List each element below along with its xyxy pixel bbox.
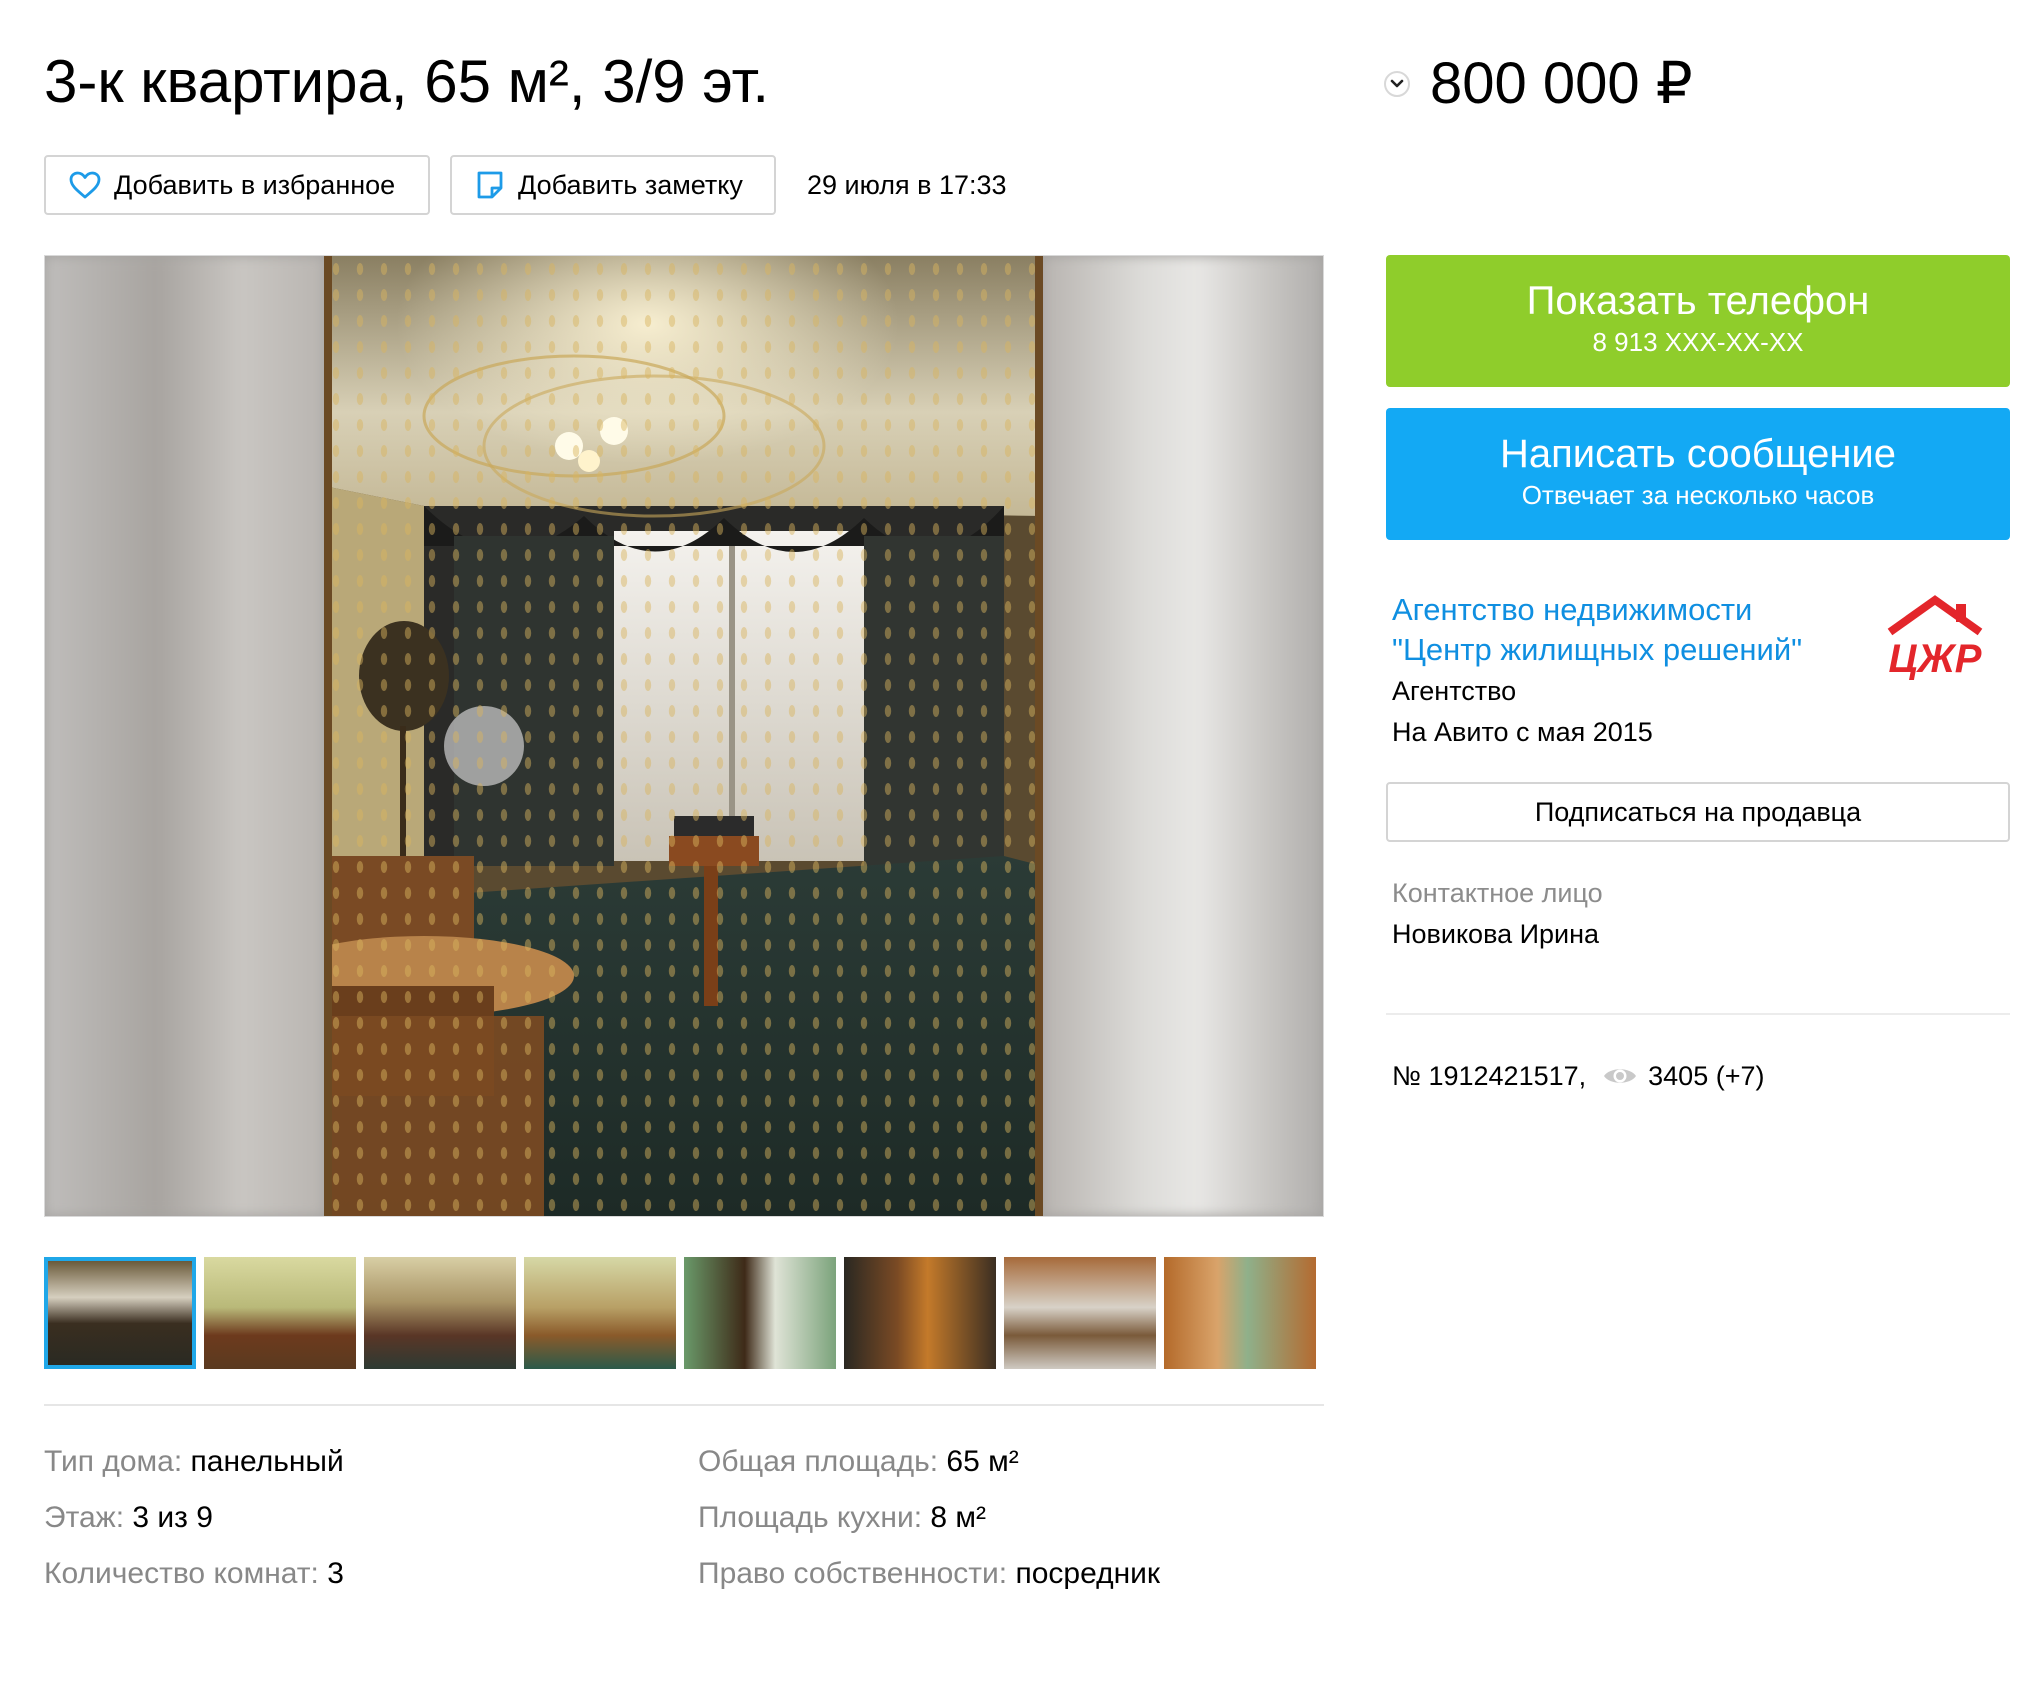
param-value: 8 м² [930, 1501, 987, 1534]
param-label: Количество комнат: [44, 1557, 319, 1590]
thumbnail-4[interactable] [524, 1257, 676, 1369]
seller-name-line2: "Центр жилищных решений" [1392, 632, 1803, 667]
param-label: Площадь кухни: [698, 1501, 923, 1534]
thumbnail-3[interactable] [364, 1257, 516, 1369]
seller-since: На Авито с мая 2015 [1392, 717, 1653, 747]
seller-logo-text: ЦЖР [1889, 637, 1982, 681]
publish-date: 29 июля в 17:33 [807, 170, 1007, 200]
param-label: Этаж: [44, 1501, 125, 1534]
divider [1386, 1013, 2010, 1015]
show-phone-label: Показать телефон [1526, 279, 1870, 323]
add-favorite-label: Добавить в избранное [114, 169, 396, 200]
param-value: панельный [190, 1445, 344, 1478]
param-kitchen-area: Площадь кухни: 8 м² [698, 1498, 986, 1538]
thumbnail-2[interactable] [204, 1257, 356, 1369]
subscribe-seller-button[interactable]: Подписаться на продавца [1386, 782, 2010, 842]
param-floor: Этаж: 3 из 9 [44, 1498, 213, 1538]
param-total-area: Общая площадь: 65 м² [698, 1442, 1019, 1482]
param-label: Тип дома: [44, 1445, 183, 1478]
show-phone-button[interactable]: Показать телефон 8 913 XXX-XX-XX [1386, 255, 2010, 387]
write-message-button[interactable]: Написать сообщение Отвечает за несколько… [1386, 408, 2010, 540]
param-value: 3 [327, 1557, 344, 1590]
contact-person-label: Контактное лицо [1392, 878, 1603, 908]
photo-gallery[interactable] [44, 255, 1324, 1217]
divider [44, 1404, 1324, 1406]
add-favorite-button[interactable]: Добавить в избранное [44, 155, 430, 215]
param-house-type: Тип дома: панельный [44, 1442, 344, 1482]
chevron-down-icon[interactable] [1384, 71, 1410, 97]
item-number: № 1912421517, [1392, 1061, 1587, 1091]
eye-icon [1604, 1069, 1637, 1083]
view-count: 3405 (+7) [1648, 1061, 1765, 1091]
thumbnail-8[interactable] [1164, 1257, 1316, 1369]
gallery-blur-right [1043, 256, 1323, 1216]
thumbnail-5[interactable] [684, 1257, 836, 1369]
thumbnail-strip [44, 1257, 1324, 1369]
seller-type: Агентство [1392, 676, 1517, 706]
contact-person-name: Новикова Ирина [1392, 919, 1600, 949]
heart-icon [69, 171, 101, 199]
thumbnail-1[interactable] [44, 1257, 196, 1369]
seller-logo[interactable]: ЦЖР [1882, 594, 1988, 682]
seller-name-link[interactable]: Агентство недвижимости "Центр жилищных р… [1392, 590, 1852, 670]
seller-name-line1: Агентство недвижимости [1392, 592, 1753, 627]
thumbnail-6[interactable] [844, 1257, 996, 1369]
param-rooms: Количество комнат: 3 [44, 1554, 344, 1594]
param-value: 3 из 9 [132, 1501, 213, 1534]
listing-stats: № 1912421517, 3405 (+7) [1392, 1058, 1764, 1094]
param-label: Общая площадь: [698, 1445, 939, 1478]
listing-title: 3-к квартира, 65 м², 3/9 эт. [44, 48, 770, 115]
main-photo[interactable] [324, 256, 1043, 1216]
param-value: посредник [1015, 1557, 1161, 1590]
add-note-button[interactable]: Добавить заметку [450, 155, 776, 215]
price: 800 000 ₽ [1430, 51, 1693, 116]
masked-phone: 8 913 XXX-XX-XX [1592, 327, 1804, 357]
param-value: 65 м² [946, 1445, 1019, 1478]
write-message-label: Написать сообщение [1499, 432, 1896, 476]
response-time: Отвечает за несколько часов [1521, 480, 1875, 510]
param-label: Право собственности: [698, 1557, 1008, 1590]
gallery-blur-left [45, 256, 325, 1216]
thumbnail-7[interactable] [1004, 1257, 1156, 1369]
note-icon [477, 171, 503, 199]
price-block[interactable]: 800 000 ₽ [1384, 46, 1693, 122]
param-ownership: Право собственности: посредник [698, 1554, 1160, 1594]
add-note-label: Добавить заметку [518, 169, 743, 200]
